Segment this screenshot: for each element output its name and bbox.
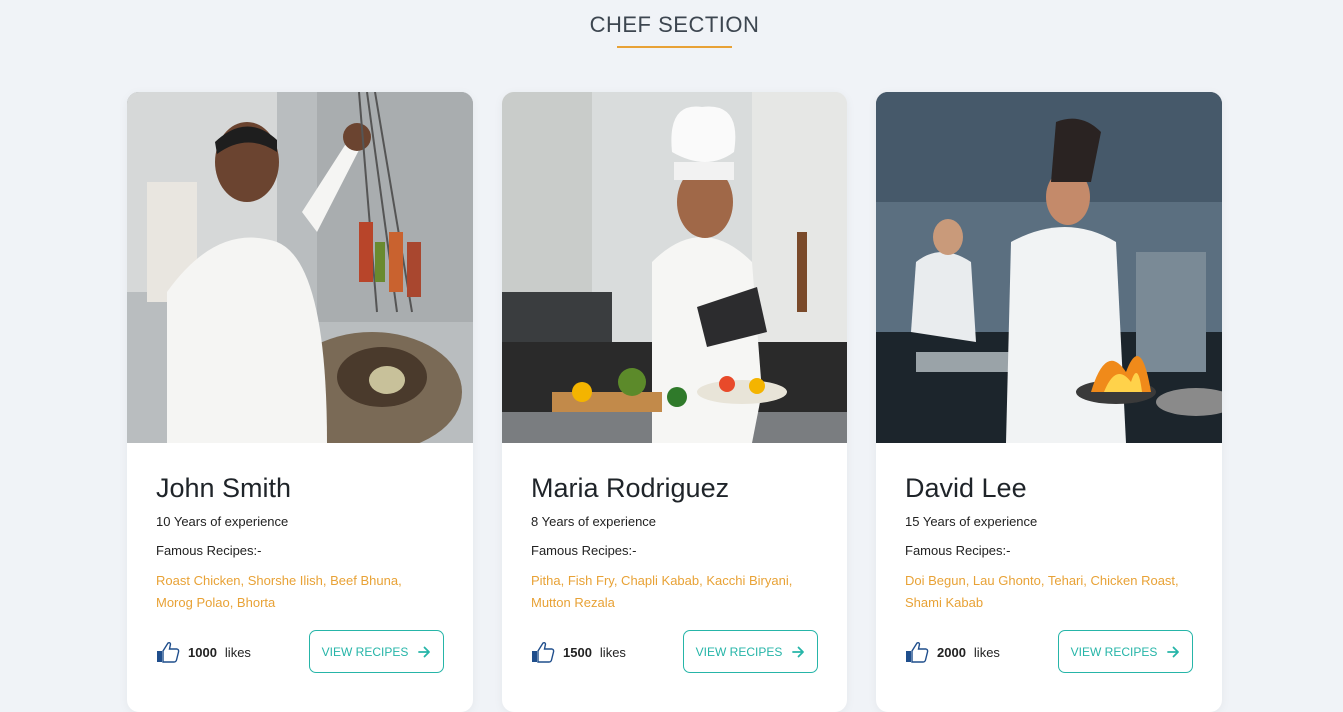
thumbs-up-icon[interactable] (531, 641, 555, 663)
chef-experience: 10 Years of experience (156, 514, 289, 529)
section-title: CHEF SECTION (589, 12, 760, 37)
chef-card: David Lee 15 Years of experience Famous … (876, 92, 1222, 712)
thumbs-up-icon[interactable] (156, 641, 180, 663)
view-recipes-button[interactable]: VIEW RECIPES (683, 630, 818, 673)
view-recipes-label: VIEW RECIPES (1070, 644, 1158, 659)
likes-count: 1500 (563, 644, 592, 660)
famous-recipes-label: Famous Recipes:- (531, 543, 637, 558)
view-recipes-label: VIEW RECIPES (321, 644, 409, 659)
arrow-right-icon (1167, 646, 1180, 657)
chef-photo (502, 92, 847, 443)
chef-name: Maria Rodriguez (531, 473, 730, 503)
view-recipes-label: VIEW RECIPES (695, 644, 783, 659)
likes-count: 1000 (188, 644, 217, 660)
chef-card: Maria Rodriguez 8 Years of experience Fa… (502, 92, 847, 712)
famous-recipes-label: Famous Recipes:- (905, 543, 1011, 558)
likes: 2000 likes (905, 639, 1000, 665)
chef-card: John Smith 10 Years of experience Famous… (127, 92, 473, 712)
chef-experience: 8 Years of experience (531, 514, 657, 529)
arrow-right-icon (418, 646, 431, 657)
likes-label: likes (599, 644, 626, 660)
view-recipes-button[interactable]: VIEW RECIPES (1058, 630, 1193, 673)
view-recipes-button[interactable]: VIEW RECIPES (309, 630, 444, 673)
chef-name: David Lee (905, 473, 1027, 503)
chef-cards: John Smith 10 Years of experience Famous… (127, 92, 1223, 712)
arrow-right-icon (792, 646, 805, 657)
recipe-list: Doi Begun, Lau Ghonto, Tehari, Chicken R… (905, 573, 1179, 610)
chef-photo (127, 92, 473, 443)
likes-count: 2000 (937, 644, 966, 660)
thumbs-up-icon[interactable] (905, 641, 929, 663)
recipe-list: Pitha, Fish Fry, Chapli Kabab, Kacchi Bi… (531, 573, 793, 610)
chef-name: John Smith (156, 473, 292, 503)
title-underline (617, 46, 732, 48)
likes-label: likes (224, 644, 251, 660)
chef-photo (876, 92, 1222, 443)
chef-experience: 15 Years of experience (905, 514, 1038, 529)
recipe-list: Roast Chicken, Shorshe Ilish, Beef Bhuna… (156, 573, 402, 610)
likes-label: likes (973, 644, 1000, 660)
likes: 1500 likes (531, 639, 626, 665)
likes: 1000 likes (156, 639, 251, 665)
famous-recipes-label: Famous Recipes:- (156, 543, 262, 558)
